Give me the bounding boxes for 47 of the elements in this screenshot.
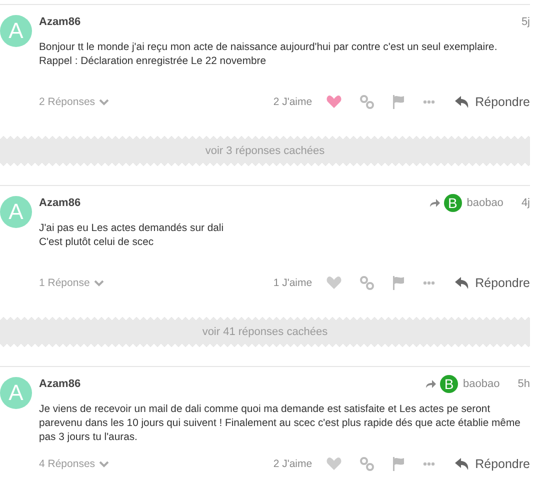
flag-icon[interactable] — [392, 95, 406, 109]
flag-icon[interactable] — [392, 276, 406, 290]
reply-button[interactable]: Répondre — [455, 457, 530, 471]
flag-icon[interactable] — [392, 457, 406, 471]
like-count: 1 J'aime — [273, 277, 312, 289]
author-name[interactable]: Azam86 — [39, 378, 81, 390]
user-avatar: A — [0, 196, 32, 228]
hidden-replies-button[interactable]: voir 41 réponses cachées — [0, 316, 530, 348]
share-icon — [428, 198, 441, 208]
author-name[interactable]: Azam86 — [39, 16, 81, 28]
more-icon[interactable] — [423, 462, 436, 466]
reply-icon — [455, 277, 470, 289]
replies-toggle[interactable]: 4 Réponses — [39, 458, 110, 470]
reply-button[interactable]: Répondre — [455, 95, 530, 109]
user-avatar: B — [440, 375, 458, 393]
more-icon[interactable] — [423, 281, 436, 285]
user-avatar: A — [0, 15, 32, 47]
link-icon[interactable] — [360, 95, 374, 109]
heart-icon[interactable] — [326, 276, 342, 290]
link-icon[interactable] — [360, 276, 374, 290]
post-text: Bonjour tt le monde j'ai reçu mon acte de naissance aujourd'hui par contre c'est un seul exemplaire. Rappel : Déclaration enregistrée Le 22 novembre — [39, 41, 498, 69]
author-name[interactable]: Azam86 — [39, 197, 81, 209]
hidden-replies-button[interactable]: voir 3 réponses cachées — [0, 135, 530, 167]
post-time: 4j — [521, 197, 530, 209]
more-icon[interactable] — [423, 100, 436, 104]
link-icon[interactable] — [360, 457, 374, 471]
replies-toggle[interactable]: 1 Réponse — [39, 277, 104, 289]
heart-icon[interactable] — [326, 457, 342, 471]
heart-icon[interactable] — [326, 95, 342, 109]
reply-to-user[interactable]: B baobao — [425, 375, 500, 393]
chevron-icon — [99, 460, 110, 468]
post-time: 5h — [518, 378, 530, 390]
reply-button[interactable]: Répondre — [455, 276, 530, 290]
replies-toggle[interactable]: 2 Réponses — [39, 96, 110, 108]
reply-icon — [455, 458, 470, 470]
share-icon — [425, 379, 438, 389]
reply-icon — [455, 96, 470, 108]
like-count: 2 J'aime — [273, 96, 312, 108]
chevron-icon — [99, 98, 110, 106]
post-text: Je viens de recevoir un mail de dali comme quoi ma demande est satisfaite et Les actes pe seront parevenu dans les 10 jours qui suivent ! Finalement au scec c'est plus rapide dés que acte établie même pas 3 jours tu l'auras. — [39, 403, 522, 445]
reply-to-user[interactable]: B baobao — [428, 194, 504, 212]
post-time: 5j — [521, 16, 530, 28]
post-text: J'ai pas eu Les actes demandés sur dali C'est plutôt celui de scec — [39, 222, 225, 250]
user-avatar: A — [0, 377, 32, 409]
user-avatar: B — [444, 194, 462, 212]
like-count: 2 J'aime — [273, 458, 312, 470]
chevron-icon — [94, 280, 104, 286]
